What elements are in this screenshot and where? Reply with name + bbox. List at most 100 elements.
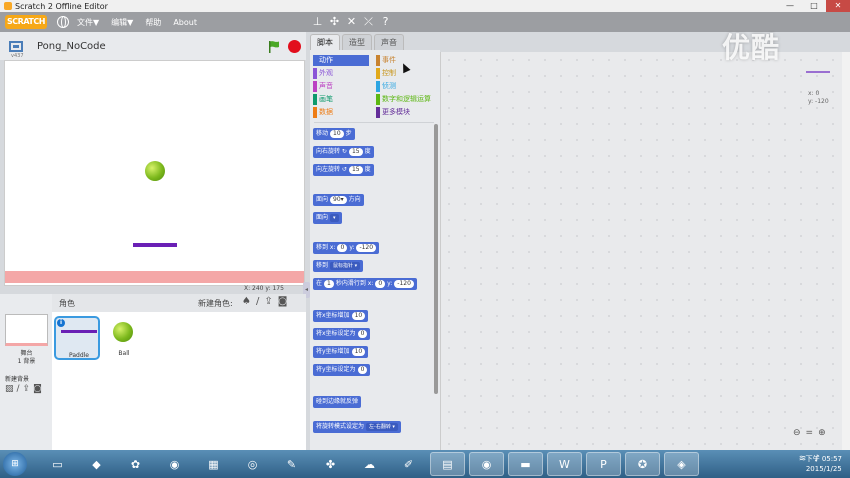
paddle-sprite[interactable] [133,243,177,247]
block-input[interactable]: 90▾ [330,196,347,204]
stage-thumbnail[interactable] [5,314,48,346]
block-glide[interactable]: 在 1 秒内滑行到 x: 0 y: -120 [313,278,417,290]
block-change-y[interactable]: 将y坐标增加 10 [313,346,369,358]
tab-sounds[interactable]: 声音 [374,34,404,50]
block-turn-right[interactable]: 向右旋转 ↻ 15 度 [313,146,374,158]
block-set-rotation-style[interactable]: 将旋转模式设定为 左-右翻转 ▾ [313,421,401,433]
block-input[interactable]: 0 [337,244,348,252]
ball-sprite[interactable] [145,161,165,181]
category-more-blocks[interactable]: 更多模块 [376,107,410,118]
block-change-x[interactable]: 将x坐标增加 10 [313,310,369,322]
category-events[interactable]: 事件 [376,55,396,66]
sprite-library-icon[interactable]: ♠ [242,296,251,307]
maximize-button[interactable]: □ [802,0,826,12]
start-button[interactable]: ⊞ [3,452,27,476]
tab-costumes[interactable]: 造型 [342,34,372,50]
backdrop-camera-icon[interactable]: ◙ [33,384,42,394]
folder-icon[interactable]: ▬ [508,452,543,476]
language-globe-icon[interactable] [57,16,69,28]
block-point-direction[interactable]: 面向 90▾ 方向 [313,194,364,206]
cmd-icon[interactable]: ▭ [40,452,75,476]
media-icon[interactable]: ◆ [79,452,114,476]
chrome-icon[interactable]: ◉ [469,452,504,476]
scratch-icon[interactable]: ✪ [625,452,660,476]
duplicate-stamp-icon[interactable]: ⊥ [312,15,323,29]
block-input[interactable]: 10 [351,312,366,320]
green-flag-icon[interactable] [268,40,280,53]
block-input[interactable]: 10 [351,348,366,356]
block-input[interactable]: 1 [324,280,334,288]
close-button[interactable]: ✕ [826,0,850,12]
word-icon[interactable]: W [547,452,582,476]
category-sound[interactable]: 声音 [313,81,333,92]
block-input[interactable]: 15 [348,166,363,174]
sprite-card-ball[interactable]: Ball [101,316,147,360]
block-input[interactable]: 15 [348,148,363,156]
menu-about[interactable]: About [173,18,197,27]
notebook-icon[interactable]: ▤ [430,452,465,476]
cloud-icon[interactable]: ☁ [352,452,387,476]
stop-button[interactable] [288,40,301,53]
sprite-info-icon[interactable]: i [57,319,65,327]
system-clock[interactable]: 下午 05:57 2015/1/25 [806,454,842,474]
backdrop-library-icon[interactable]: ▨ [5,384,14,394]
block-input[interactable]: 0 [357,330,368,338]
block-set-y[interactable]: 将y坐标设定为 0 [313,364,371,376]
zoom-out-icon[interactable]: ⊖ [793,428,801,438]
zoom-in-icon[interactable]: ⊕ [818,428,826,438]
delete-cut-icon[interactable]: ✣ [329,15,340,29]
fullscreen-icon[interactable] [9,41,23,52]
chrome-icon[interactable]: ◉ [157,452,192,476]
disc-icon[interactable]: ◎ [235,452,270,476]
block-input[interactable]: -120 [356,244,377,252]
screenshot-icon[interactable]: ◈ [664,452,699,476]
category-looks[interactable]: 外观 [313,68,333,79]
block-input[interactable]: 0 [375,280,386,288]
block-go-to[interactable]: 移到 鼠标指针 ▾ [313,260,364,272]
minimize-button[interactable]: — [778,0,802,12]
calc-icon[interactable]: ▦ [196,452,231,476]
category-pen[interactable]: 画笔 [313,94,333,105]
pencil-icon[interactable]: ✐ [391,452,426,476]
menu-edit[interactable]: 编辑▼ [111,17,133,28]
block-go-to-xy[interactable]: 移到 x: 0 y: -120 [313,242,380,254]
block-point-towards[interactable]: 面向 ▾ [313,212,342,224]
block-dropdown[interactable]: ▾ [330,214,339,222]
network-icon[interactable]: ✤ [313,452,348,476]
sprite-camera-icon[interactable]: ◙ [278,296,288,307]
paint-icon[interactable]: ✎ [274,452,309,476]
zoom-reset-icon[interactable]: = [806,428,814,438]
block-input[interactable]: 10 [330,130,344,138]
sprite-paint-icon[interactable]: / [256,296,259,307]
stage-canvas[interactable] [4,60,305,286]
menu-file[interactable]: 文件▼ [77,17,99,28]
game-icon[interactable]: ✿ [118,452,153,476]
grow-icon[interactable]: ✕ [346,15,357,29]
block-input[interactable]: 0 [357,366,368,374]
category-motion[interactable]: 动作 [313,55,369,66]
category-control[interactable]: 控制 [376,68,396,79]
block-turn-left[interactable]: 向左旋转 ↺ 15 度 [313,164,374,176]
scripts-area[interactable]: x: 0 y: -120 ⊖ = ⊕ [440,52,842,450]
scratch-logo[interactable]: SCRATCH [5,15,47,29]
shrink-icon[interactable]: ⤫ [363,15,374,29]
category-operators[interactable]: 数字和逻辑运算 [376,94,431,105]
block-dropdown[interactable]: 左-右翻转 ▾ [366,423,398,431]
help-block-icon[interactable]: ? [380,15,391,29]
project-title[interactable]: Pong_NoCode [37,41,106,52]
block-dropdown[interactable]: 鼠标指针 ▾ [330,262,361,270]
category-sensing[interactable]: 侦测 [376,81,396,92]
category-data[interactable]: 数据 [313,107,333,118]
backdrop-upload-icon[interactable]: ⇪ [23,384,31,394]
block-move-steps[interactable]: 移动 10 步 [313,128,355,140]
sprite-upload-icon[interactable]: ⇪ [264,296,272,307]
tab-scripts[interactable]: 脚本 [310,34,340,50]
block-set-x[interactable]: 将x坐标设定为 0 [313,328,371,340]
block-input[interactable]: -120 [394,280,414,288]
backdrop-paint-icon[interactable]: / [17,384,20,394]
powerpoint-icon[interactable]: P [586,452,621,476]
block-bounce-on-edge[interactable]: 碰到边缘就反弹 [313,396,362,408]
palette-scrollbar[interactable] [434,124,438,394]
menu-help[interactable]: 帮助 [145,17,161,28]
sprite-card-paddle[interactable]: i Paddle [54,316,100,360]
